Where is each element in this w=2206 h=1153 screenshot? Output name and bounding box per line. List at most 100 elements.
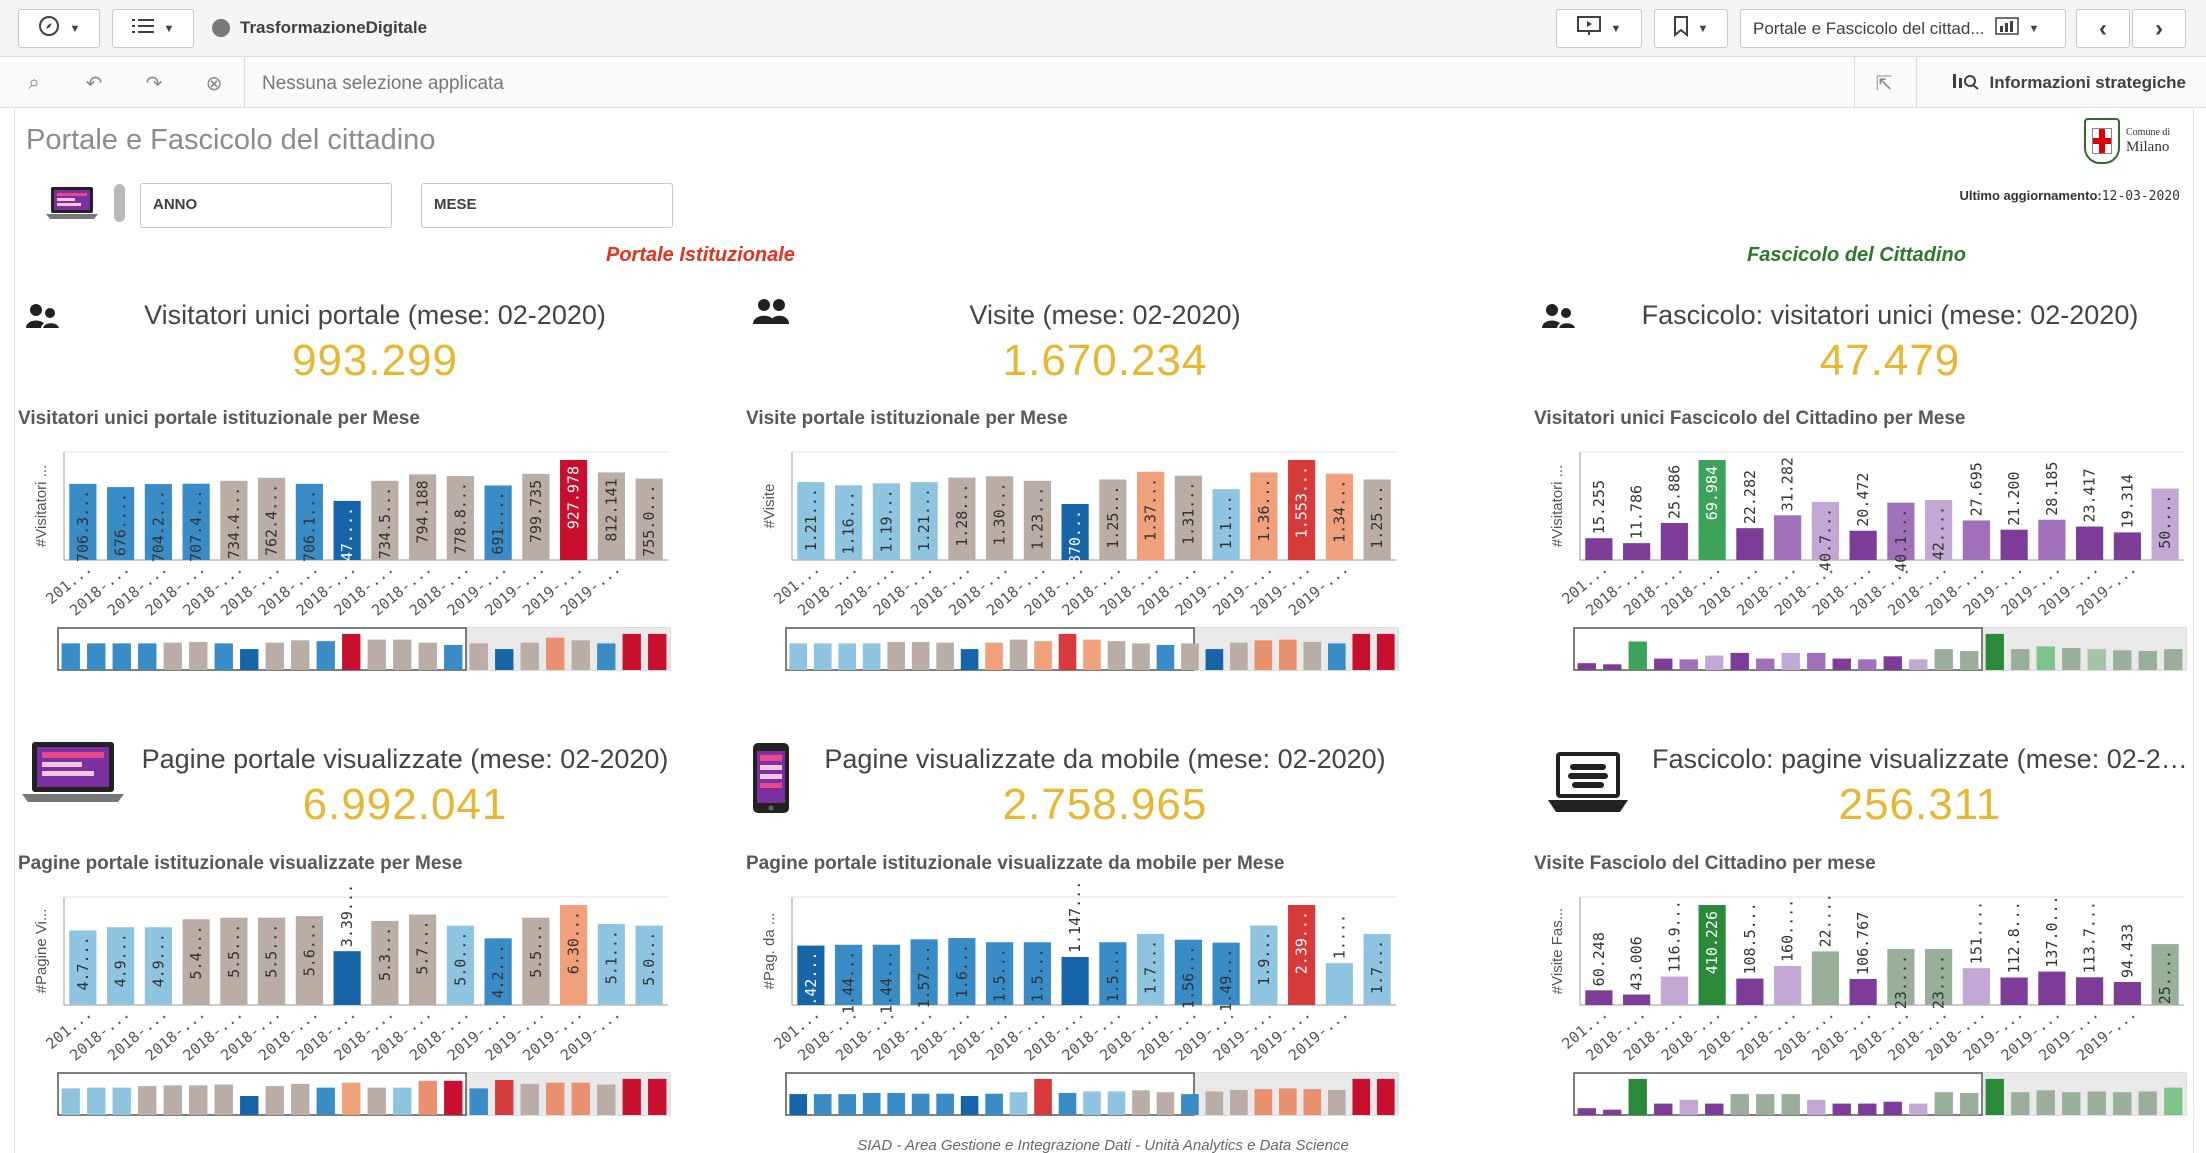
data-label: 734.4... xyxy=(225,487,243,559)
data-label: 1.28... xyxy=(953,484,971,547)
data-label: 1.147... xyxy=(1066,881,1084,953)
bar xyxy=(1811,951,1839,1005)
navigator-bar xyxy=(163,642,182,670)
smart-search-icon[interactable]: ⌕ xyxy=(20,69,48,97)
kpi-value: 256.311 xyxy=(1838,780,2002,829)
navigator-bar xyxy=(87,643,106,670)
kpi-value: 993.299 xyxy=(291,336,459,385)
data-label: 870... xyxy=(1066,510,1084,564)
navigator-bar xyxy=(597,1084,616,1115)
bar xyxy=(1962,520,1990,560)
data-label: 676.... xyxy=(112,493,130,556)
navigator-bar xyxy=(789,1094,808,1115)
qlik-app: ▼ ▼ TrasformazioneDigitale ▼ ▼ Portale e… xyxy=(0,0,2206,1153)
selection-bar: ⌕ ↶ ↷ ⊗ Nessuna selezione applicata ⇱ In… xyxy=(0,57,2206,108)
clear-selections-icon[interactable]: ⊗ xyxy=(200,69,228,97)
data-label: 4.9... xyxy=(112,933,130,987)
navigator-bar xyxy=(1832,1103,1851,1115)
data-label: 69.984 xyxy=(1703,466,1721,520)
bar-chart-visitatori-fascicolo[interactable]: #Visitatori ... 15.255 11.786 25.886 69.984 2… xyxy=(1534,440,2194,680)
laptop-books-icon xyxy=(1548,752,1628,821)
data-label: 19.314 xyxy=(2118,474,2136,528)
navigator-bar xyxy=(112,643,131,670)
navigator-bar xyxy=(2036,1090,2055,1115)
selection-status: Nessuna selezione applicata xyxy=(262,73,504,94)
navigator-bar xyxy=(1756,1094,1775,1115)
bookmark-button[interactable]: ▼ xyxy=(1654,9,1728,48)
bar xyxy=(1061,957,1089,1005)
sheet-list-button[interactable]: ▼ xyxy=(112,9,194,48)
bar xyxy=(333,951,361,1005)
data-label: 4.9... xyxy=(149,933,167,987)
navigator-bar xyxy=(1909,1103,1928,1115)
navigator-bar xyxy=(291,1083,310,1115)
sheet-selector[interactable]: Portale e Fascicolo del cittad... ▼ xyxy=(1740,9,2066,48)
navigator-bar xyxy=(813,1094,832,1115)
app-title: TrasformazioneDigitale xyxy=(212,18,427,38)
data-label: 755.0... xyxy=(640,485,658,557)
next-sheet-button[interactable]: › xyxy=(2132,9,2186,48)
navigator-bar xyxy=(1883,656,1902,670)
navigator-bar xyxy=(2087,649,2106,670)
bar-chart-visite-fascicolo[interactable]: #Visite Fas... 60.248 43.006 116.9... 410.22… xyxy=(1534,885,2194,1125)
data-label: 812.141 xyxy=(602,478,620,541)
bar xyxy=(1774,965,1802,1005)
navigator-bar xyxy=(648,1078,667,1115)
navigator-bar xyxy=(1254,640,1273,670)
bar xyxy=(2000,977,2028,1005)
bar xyxy=(1849,530,1877,560)
year-filter[interactable]: ANNO xyxy=(140,183,392,228)
bar-chart-pagine-portale[interactable]: #Pagine Vi... 4.7... 4.9... 4.9... 5.4... 5.5… xyxy=(18,884,678,1125)
navigator-bar xyxy=(2011,1092,2030,1115)
chart-icon xyxy=(1994,17,2019,40)
bar xyxy=(1774,515,1802,560)
y-axis-label: #Visite xyxy=(761,484,778,529)
data-label: 1.5... xyxy=(991,948,1009,1002)
presentation-button[interactable]: ▼ xyxy=(1556,9,1642,48)
data-label: 108.5... xyxy=(1741,902,1759,974)
insights-button[interactable]: Informazioni strategiche xyxy=(1952,70,2186,95)
data-label: 707.4... xyxy=(187,490,205,562)
month-filter[interactable]: MESE xyxy=(421,183,673,228)
navigator-bar xyxy=(1376,1078,1395,1115)
data-label: 1.21... xyxy=(802,488,820,551)
data-label: 22.282 xyxy=(1741,470,1759,524)
navigator-bar xyxy=(1832,658,1851,670)
data-label: 94.433 xyxy=(2118,924,2136,978)
navigator-bar xyxy=(2062,1092,2081,1115)
data-label: 1.25... xyxy=(1104,486,1122,549)
bar-chart-visite-portale[interactable]: #Visite 1.21... 1.16... 1.19... 1.21... 1.28.… xyxy=(746,440,1406,680)
filter-panel-toggle[interactable] xyxy=(114,184,125,222)
navigator-bar xyxy=(240,1096,259,1115)
selection-tool-icon[interactable]: ⇱ xyxy=(1870,69,1898,97)
chart-title: Pagine portale istituzionale visualizzat… xyxy=(746,853,1285,874)
data-label: 42.... xyxy=(1930,506,1948,560)
bar xyxy=(1623,994,1651,1005)
navigator-bar xyxy=(1303,1089,1322,1115)
data-label: 5.5... xyxy=(263,924,281,978)
navigator-bar xyxy=(1654,658,1673,670)
data-label: 1.16... xyxy=(840,491,858,554)
bar-chart-pagine-mobile[interactable]: #Pag. da ... 1.42... 1.44... 1.44... 1.57...… xyxy=(746,881,1406,1125)
update-date: 12-03-2020 xyxy=(2101,189,2180,204)
navigator-bar xyxy=(1009,639,1028,670)
data-label: 5.0... xyxy=(451,932,469,986)
chevron-down-icon: ▼ xyxy=(2028,22,2040,35)
step-back-icon[interactable]: ↶ xyxy=(80,69,108,97)
navigator-bar xyxy=(2113,650,2132,670)
navigator-bar xyxy=(1352,633,1371,670)
navigator-bar xyxy=(444,1080,463,1115)
bar-chart-visitatori-portale[interactable]: #Visitatori ... 706.3... 676.... 704.2... 70… xyxy=(18,440,678,680)
data-label: 11.786 xyxy=(1628,485,1646,539)
navigator-bar xyxy=(546,637,565,670)
bar xyxy=(2000,529,2028,560)
navigation-button[interactable]: ▼ xyxy=(18,9,100,48)
chevron-right-icon: › xyxy=(2155,14,2163,42)
navigator-bar xyxy=(1858,1103,1877,1115)
navigator-bar xyxy=(1009,1092,1028,1115)
step-forward-icon[interactable]: ↷ xyxy=(140,69,168,97)
navigator-bar xyxy=(2036,646,2055,670)
data-label: 5.7... xyxy=(414,921,432,975)
previous-sheet-button[interactable]: ‹ xyxy=(2076,9,2130,48)
navigator-bar xyxy=(520,1083,539,1115)
